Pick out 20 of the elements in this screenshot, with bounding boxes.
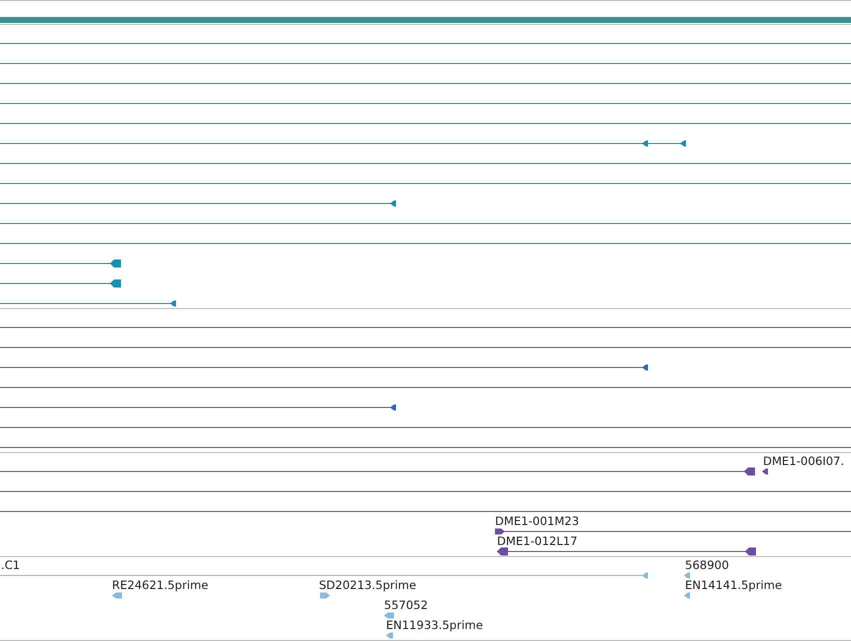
feature-label: .C1 <box>1 558 20 572</box>
feature-label: EN11933.5prime <box>386 618 483 632</box>
feature-label: 568900 <box>685 558 729 572</box>
feature-label: DME1-001M23 <box>495 514 580 528</box>
feature-arrow-icon <box>390 404 396 410</box>
feature-label: EN14141.5prime <box>685 578 782 592</box>
feature-arrow-icon <box>744 468 755 476</box>
feature-arrow-icon <box>390 200 396 206</box>
feature-arrow-icon <box>680 140 686 146</box>
feature-arrow-icon <box>642 364 648 370</box>
feature-label: RE24621.5prime <box>112 578 208 592</box>
feature-label: DME1-006I07. <box>763 454 844 468</box>
feature-arrow-icon <box>642 140 648 146</box>
feature-arrow-icon <box>745 548 756 556</box>
feature-label: SD20213.5prime <box>319 578 416 592</box>
feature-arrow-icon <box>110 280 121 288</box>
feature-label: DME1-012L17 <box>497 534 578 548</box>
feature-arrow-icon <box>110 260 121 268</box>
feature-label: 557052 <box>384 598 428 612</box>
feature-arrow-icon <box>170 300 176 306</box>
